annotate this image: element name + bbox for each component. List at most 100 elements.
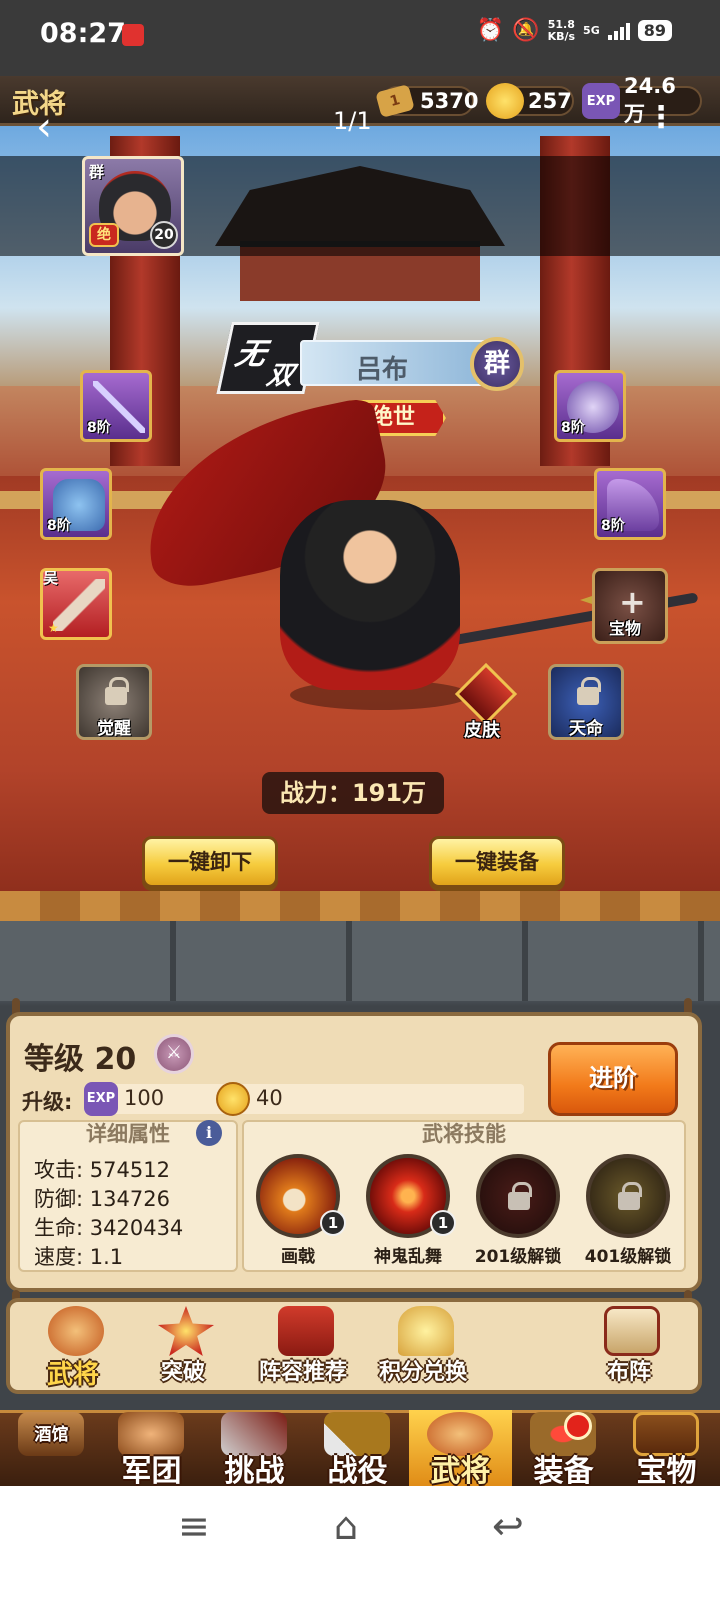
- tab-campaign[interactable]: 战役: [306, 1410, 409, 1489]
- skill-level-badge: 1: [430, 1210, 456, 1236]
- home-icon[interactable]: ⌂: [334, 1504, 358, 1548]
- tab-label: 军团: [121, 1454, 182, 1489]
- tab-label: 挑战: [224, 1454, 285, 1489]
- skill-level-badge: 1: [320, 1210, 346, 1236]
- subtab-label: 突破: [160, 1360, 205, 1385]
- clock: 08:27: [40, 18, 126, 49]
- gold-counter[interactable]: 257: [486, 83, 574, 119]
- alarm-icon: ⏰: [476, 18, 505, 43]
- advance-button[interactable]: 进阶: [548, 1042, 678, 1116]
- hero-name-plate: 吕布: [300, 340, 490, 386]
- attr-value: 134726: [89, 1187, 170, 1211]
- network-type: 5G: [583, 24, 600, 37]
- treasure-bag-icon: [398, 1306, 454, 1356]
- tab-challenge[interactable]: 挑战: [203, 1410, 306, 1489]
- page-indicator: 1/1: [333, 107, 372, 135]
- skill-name: 神鬼乱舞: [374, 1247, 442, 1267]
- equip-slot-helmet[interactable]: 8阶: [554, 370, 626, 442]
- ticket-counter[interactable]: 1 5370: [375, 84, 478, 118]
- equip-slot-boots[interactable]: 8阶: [594, 468, 666, 540]
- destiny-slot[interactable]: 天命: [548, 664, 624, 740]
- attr-hp: 生命: 3420434: [34, 1212, 183, 1242]
- hero-figure[interactable]: [127, 395, 699, 710]
- star-icon: [158, 1306, 214, 1356]
- more-options-icon[interactable]: ⋮: [646, 100, 676, 135]
- tab-treasure[interactable]: 宝物: [615, 1410, 718, 1489]
- gold-coin-icon: [486, 83, 524, 119]
- subtab-points-exchange[interactable]: 积分兑换: [358, 1304, 488, 1394]
- net-speed: 51.8 KB/s: [547, 17, 575, 43]
- tab-label: 战役: [327, 1454, 388, 1489]
- hero-name: 吕布: [356, 355, 409, 385]
- mute-icon: 🔕: [512, 18, 540, 43]
- awaken-slot[interactable]: 觉醒: [76, 664, 152, 740]
- title-char-2: 双: [263, 361, 297, 391]
- skin-button[interactable]: 皮肤: [450, 662, 522, 742]
- equip-slot-relic[interactable]: 吴 ★: [40, 568, 112, 640]
- notification-dot-icon: [564, 1412, 592, 1440]
- subtab-formation[interactable]: 布阵: [574, 1304, 684, 1394]
- hero-level: 等级 20: [24, 1042, 137, 1077]
- helmet-tier: 8阶: [561, 420, 585, 436]
- tab-label: 装备: [533, 1454, 594, 1489]
- attr-key: 速度:: [34, 1245, 84, 1269]
- hero-body: [280, 500, 460, 690]
- gold-cost: 40: [256, 1086, 283, 1110]
- exp-cost: 100: [124, 1086, 165, 1110]
- attr-attack: 攻击: 574512: [34, 1154, 170, 1184]
- skill-unlock-text: 401级解锁: [584, 1247, 672, 1267]
- power-value: 191万: [351, 779, 427, 807]
- tab-tavern[interactable]: 酒馆: [0, 1410, 103, 1486]
- lock-icon: [618, 1182, 642, 1210]
- back-arrow-icon[interactable]: ‹: [36, 104, 52, 150]
- faction-badge: 群: [470, 337, 524, 391]
- star-icon: ★: [48, 621, 59, 635]
- equip-all-button[interactable]: 一键装备: [429, 836, 565, 888]
- attr-defense: 防御: 134726: [34, 1183, 170, 1213]
- destiny-label: 天命: [569, 719, 603, 739]
- tab-heroes[interactable]: 武将: [409, 1410, 512, 1489]
- subtab-label: 武将: [46, 1360, 99, 1390]
- hero-card-faction: 群: [89, 163, 105, 181]
- equip-slot-weapon[interactable]: 8阶: [80, 370, 152, 442]
- equip-slot-armor[interactable]: 8阶: [40, 468, 112, 540]
- tab-legion[interactable]: 军团: [100, 1410, 203, 1489]
- subtab-hero[interactable]: 武将: [18, 1304, 128, 1394]
- attr-key: 防御:: [34, 1187, 84, 1211]
- subtab-label: 阵容推荐: [258, 1360, 347, 1385]
- exp-icon: EXP: [84, 1082, 118, 1116]
- net-speed-value: 51.8: [547, 17, 575, 31]
- attr-value: 3420434: [89, 1216, 184, 1240]
- info-icon[interactable]: i: [196, 1120, 222, 1146]
- gold-coin-icon: [216, 1082, 250, 1116]
- weapon-tier: 8阶: [87, 420, 111, 436]
- subtab-label: 积分兑换: [378, 1360, 467, 1385]
- exp-counter[interactable]: EXP 24.6万: [582, 74, 702, 126]
- class-icon[interactable]: ⚔: [154, 1034, 194, 1074]
- attr-value: 574512: [89, 1158, 170, 1182]
- exp-icon: EXP: [582, 83, 620, 119]
- status-icons: ⏰ 🔕 51.8 KB/s 5G 89: [477, 18, 672, 43]
- back-icon[interactable]: ↩: [492, 1504, 524, 1548]
- tab-label: 酒馆: [34, 1425, 69, 1445]
- power-label: 战力：: [279, 779, 352, 807]
- subtab-breakthrough[interactable]: 突破: [128, 1304, 238, 1394]
- hero-card-level: 20: [150, 221, 178, 249]
- skin-label: 皮肤: [464, 720, 500, 741]
- attr-speed: 速度: 1.1: [34, 1241, 123, 1271]
- formation-board-icon: [604, 1306, 660, 1356]
- menu-icon[interactable]: ≡: [178, 1504, 210, 1548]
- treasure-slot[interactable]: + 宝物: [592, 568, 668, 644]
- lock-icon: [105, 677, 129, 705]
- unequip-all-button[interactable]: 一键卸下: [142, 836, 278, 888]
- signal-icon: [607, 22, 630, 40]
- hero-card-selected[interactable]: 群 绝 20: [82, 156, 184, 256]
- attr-key: 攻击:: [34, 1158, 84, 1182]
- subtab-lineup-recommend[interactable]: 阵容推荐: [238, 1304, 368, 1394]
- attr-value: 1.1: [89, 1245, 124, 1269]
- relic-faction: 吴: [43, 569, 59, 587]
- boots-tier: 8阶: [601, 518, 625, 534]
- awaken-label: 觉醒: [97, 719, 131, 739]
- hero-icon: [48, 1306, 104, 1356]
- lock-icon: [577, 677, 601, 705]
